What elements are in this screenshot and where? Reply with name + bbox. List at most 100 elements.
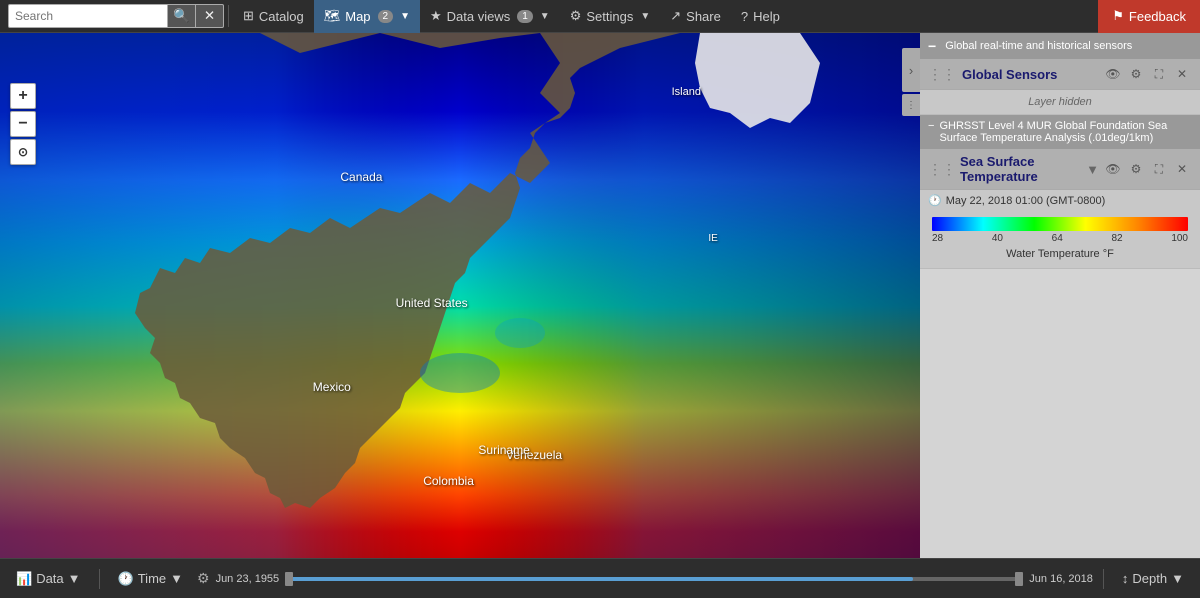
collapse-icon[interactable]: − (928, 38, 936, 54)
time-dropdown-icon: ▼ (170, 571, 183, 586)
legend-label-82: 82 (1111, 233, 1122, 244)
data-dropdown-icon: ▼ (68, 571, 81, 586)
drag-handle-icon: ⋮ (906, 100, 916, 111)
search-button[interactable]: 🔍 (168, 4, 196, 28)
dataviews-badge: 1 (517, 10, 533, 23)
temp-date-text: May 22, 2018 01:00 (GMT-0800) (946, 195, 1106, 207)
timeline-start-label: Jun 23, 1955 (216, 573, 280, 585)
sea-surface-temp-section: − GHRSST Level 4 MUR Global Foundation S… (920, 115, 1200, 269)
bottom-sep-2 (1103, 569, 1104, 589)
sea-surface-temp-layer-title: ⋮⋮ Sea Surface Temperature ▼ 👁 ⚙ ⛶ ✕ (920, 149, 1200, 190)
settings-small-icon[interactable]: ⚙ (1126, 64, 1146, 84)
panel-collapse-button-2[interactable]: ⋮ (902, 94, 920, 116)
clear-search-button[interactable]: ✕ (196, 4, 224, 28)
drag-handle-temp: ⋮⋮ (928, 161, 956, 178)
clock-icon-bottom: 🕐 (118, 571, 134, 587)
search-input[interactable] (8, 4, 168, 28)
zoom-out-button[interactable]: − (10, 111, 36, 137)
legend-label-100: 100 (1171, 233, 1188, 244)
bottom-bar: 📊 Data ▼ 🕐 Time ▼ ⚙ Jun 23, 1955 Jun 16,… (0, 558, 1200, 598)
share-icon: ↗ (670, 8, 681, 24)
flag-icon: ⚑ (1112, 8, 1124, 24)
timeline-container: Jun 23, 1955 Jun 16, 2018 (216, 573, 1093, 585)
map-area[interactable]: Canada United States Mexico Venezuela Co… (0, 33, 920, 558)
help-icon: ? (741, 9, 748, 24)
collapse-temp-icon[interactable]: − (928, 120, 934, 132)
close-layer-icon[interactable]: ✕ (1172, 64, 1192, 84)
dropdown-icon[interactable]: ▼ (1086, 162, 1099, 177)
sea-surface-temp-header: − GHRSST Level 4 MUR Global Foundation S… (920, 115, 1200, 149)
data-button[interactable]: 📊 Data ▼ (8, 567, 89, 591)
data-icon: 📊 (16, 571, 32, 587)
global-sensors-layer-title: ⋮⋮ Global Sensors 👁 ⚙ ⛶ ✕ (920, 59, 1200, 90)
data-label: Data (36, 571, 63, 586)
feedback-label: Feedback (1129, 9, 1186, 24)
chevron-right-icon: › (909, 63, 913, 78)
timeline-track (285, 577, 1023, 581)
map-icon: 🗺 (324, 8, 341, 24)
legend-label-64: 64 (1052, 233, 1063, 244)
help-nav-item[interactable]: ? Help (731, 0, 790, 33)
map-dropdown-icon: ▼ (400, 11, 410, 22)
timeline-right-handle[interactable] (1015, 572, 1023, 586)
timeline-left-handle[interactable] (285, 572, 293, 586)
timeline-track-wrapper[interactable] (285, 577, 1023, 581)
time-label: Time (138, 571, 166, 586)
global-sensors-header: − Global real-time and historical sensor… (920, 33, 1200, 59)
dataviews-nav-item[interactable]: ★ Data views 1 ▼ (420, 0, 560, 33)
eye-icon[interactable]: 👁 (1103, 64, 1123, 84)
global-sensors-name: Global Sensors (962, 67, 1097, 82)
temperature-legend-bar (932, 217, 1188, 231)
time-button[interactable]: 🕐 Time ▼ (110, 567, 191, 591)
map-controls: + − ⊙ (10, 83, 36, 165)
zoom-extent-button[interactable]: ⊙ (10, 139, 36, 165)
global-sensors-section-title: Global real-time and historical sensors (945, 40, 1132, 52)
panel-collapse-button-1[interactable]: › (902, 48, 920, 92)
fullscreen-icon-2[interactable]: ⛶ (1149, 159, 1169, 179)
right-panel: − Global real-time and historical sensor… (920, 33, 1200, 558)
depth-button[interactable]: ↕ Depth ▼ (1114, 567, 1192, 590)
dataviews-dropdown-icon: ▼ (540, 11, 550, 22)
map-label: Map (345, 9, 370, 24)
fullscreen-icon[interactable]: ⛶ (1149, 64, 1169, 84)
eye-icon-2[interactable]: 👁 (1103, 159, 1123, 179)
depth-icon: ↕ (1122, 571, 1129, 586)
share-label: Share (686, 9, 721, 24)
sea-surface-temp-name: Sea Surface Temperature (960, 154, 1082, 184)
top-navigation: 🔍 ✕ ⊞ Catalog 🗺 Map 2 ▼ ★ Data views 1 ▼… (0, 0, 1200, 33)
help-label: Help (753, 9, 780, 24)
bottom-sep-1 (99, 569, 100, 589)
settings-label: Settings (586, 9, 633, 24)
search-container: 🔍 ✕ (8, 4, 224, 28)
legend-bar-container: 28 40 64 82 100 Water Temperature °F (920, 211, 1200, 268)
catalog-nav-item[interactable]: ⊞ Catalog (233, 0, 314, 33)
feedback-button[interactable]: ⚑ Feedback (1098, 0, 1200, 33)
timeline-end-label: Jun 16, 2018 (1029, 573, 1093, 585)
settings-nav-item[interactable]: ⚙ Settings ▼ (560, 0, 661, 33)
sea-surface-section-title: GHRSST Level 4 MUR Global Foundation Sea… (939, 120, 1192, 144)
legend-unit: Water Temperature °F (932, 248, 1188, 266)
legend-labels: 28 40 64 82 100 (932, 231, 1188, 248)
drag-handle: ⋮⋮ (928, 66, 956, 83)
dataviews-label: Data views (447, 9, 511, 24)
catalog-grid-icon: ⊞ (243, 8, 254, 24)
settings-small-icon-2[interactable]: ⚙ (1126, 159, 1146, 179)
legend-label-40: 40 (992, 233, 1003, 244)
map-visualization (0, 33, 920, 558)
gear-icon: ⚙ (570, 8, 582, 24)
close-layer-icon-2[interactable]: ✕ (1172, 159, 1192, 179)
layer-hidden-text: Layer hidden (920, 90, 1200, 114)
timeline-settings-icon[interactable]: ⚙ (197, 570, 210, 587)
sea-surface-temp-actions: 👁 ⚙ ⛶ ✕ (1103, 159, 1192, 179)
clock-icon: 🕐 (928, 194, 942, 207)
map-nav-item[interactable]: 🗺 Map 2 ▼ (314, 0, 420, 33)
zoom-in-button[interactable]: + (10, 83, 36, 109)
share-nav-item[interactable]: ↗ Share (660, 0, 731, 33)
global-sensors-section: − Global real-time and historical sensor… (920, 33, 1200, 115)
temp-date: 🕐 May 22, 2018 01:00 (GMT-0800) (920, 190, 1200, 211)
global-sensors-actions: 👁 ⚙ ⛶ ✕ (1103, 64, 1192, 84)
separator (228, 5, 229, 27)
star-icon: ★ (430, 8, 442, 24)
settings-dropdown-icon: ▼ (640, 11, 650, 22)
timeline-progress (285, 577, 912, 581)
